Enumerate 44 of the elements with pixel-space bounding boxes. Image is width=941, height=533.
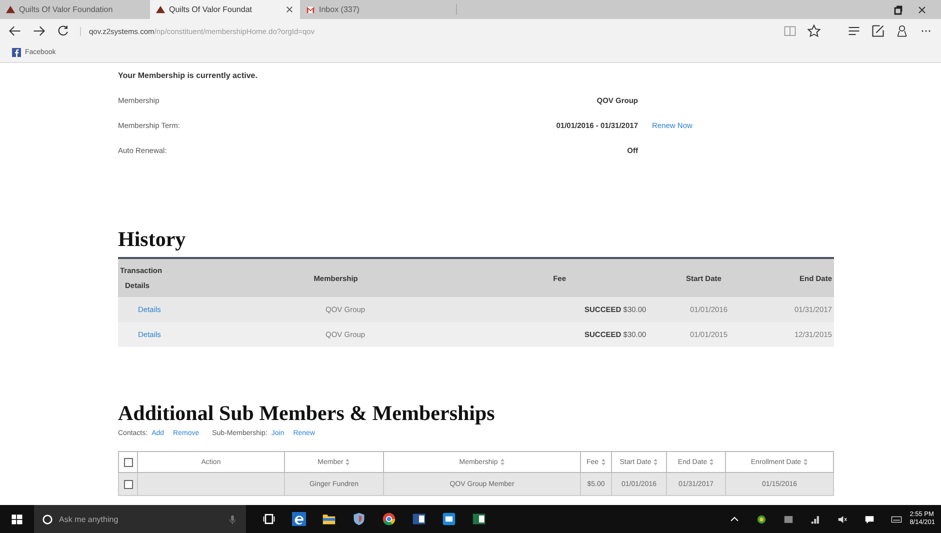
excel-icon[interactable] xyxy=(472,512,486,526)
checkbox[interactable] xyxy=(124,458,132,466)
sort-icon xyxy=(709,458,714,466)
sort-icon xyxy=(345,458,350,466)
browser-tab[interactable]: Inbox (337) xyxy=(300,0,450,19)
facebook-icon xyxy=(12,48,21,57)
chrome-icon[interactable] xyxy=(382,512,396,526)
triangle-icon xyxy=(6,5,15,14)
sort-icon xyxy=(803,458,808,466)
browser-tab[interactable]: Quilts Of Valor Foundation xyxy=(0,0,150,19)
microphone-icon[interactable] xyxy=(227,514,238,524)
notification-icon[interactable] xyxy=(864,514,875,524)
network-icon[interactable] xyxy=(810,514,821,524)
reading-view-icon[interactable] xyxy=(783,24,797,38)
status-message: Your Membership is currently active. xyxy=(118,71,258,80)
section-heading: Additional Sub Members & Memberships xyxy=(118,401,496,426)
sort-icon xyxy=(600,458,606,466)
task-view-icon[interactable] xyxy=(262,512,276,526)
share-icon[interactable] xyxy=(895,24,909,38)
word-icon[interactable] xyxy=(412,512,426,526)
keyboard-icon[interactable] xyxy=(890,514,902,524)
star-icon[interactable] xyxy=(807,24,821,38)
folder-icon[interactable] xyxy=(322,512,336,526)
edge-icon[interactable] xyxy=(292,512,306,526)
volume-icon[interactable] xyxy=(836,514,848,524)
restore-icon[interactable] xyxy=(893,4,903,14)
circle-icon xyxy=(42,514,53,524)
shield-icon[interactable] xyxy=(352,512,366,526)
refresh-icon[interactable] xyxy=(56,24,70,38)
back-icon[interactable] xyxy=(8,24,22,38)
sort-icon xyxy=(500,458,505,466)
close-icon[interactable] xyxy=(285,5,294,14)
search-field[interactable]: Ask me anything xyxy=(34,505,246,533)
sort-icon xyxy=(653,458,658,466)
pen-icon[interactable] xyxy=(871,24,885,38)
close-icon[interactable] xyxy=(917,4,927,14)
forward-icon[interactable] xyxy=(32,24,46,38)
section-heading: History xyxy=(118,227,187,252)
hub-icon[interactable] xyxy=(847,24,861,38)
checkbox[interactable] xyxy=(124,480,132,488)
windows-icon[interactable] xyxy=(10,512,24,526)
triangle-icon xyxy=(156,5,165,14)
browser-tab[interactable]: Quilts Of Valor Foundat xyxy=(150,0,300,19)
mail-icon xyxy=(306,5,315,14)
